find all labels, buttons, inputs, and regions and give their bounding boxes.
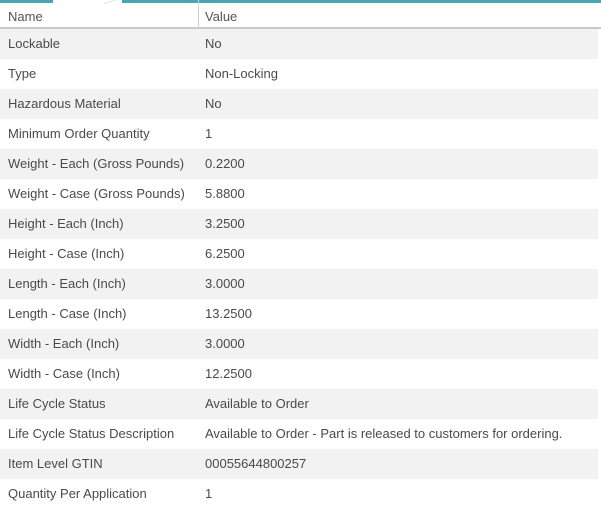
table-row: Width - Each (Inch) 3.0000 <box>0 329 598 359</box>
property-value: Non-Locking <box>205 59 596 89</box>
property-value: 3.0000 <box>205 329 596 359</box>
table-row: Weight - Each (Gross Pounds) 0.2200 <box>0 149 598 179</box>
table-row: Width - Case (Inch) 12.2500 <box>0 359 598 389</box>
property-name: Lockable <box>8 29 60 59</box>
table-row: Height - Case (Inch) 6.2500 <box>0 239 598 269</box>
property-value: Available to Order <box>205 389 596 419</box>
column-header-name: Name <box>8 4 43 29</box>
property-name: Length - Case (Inch) <box>8 299 127 329</box>
table-header-row: Name Value <box>0 4 601 29</box>
property-value: 0.2200 <box>205 149 596 179</box>
property-table-body: Lockable No Type Non-Locking Hazardous M… <box>0 29 601 509</box>
table-row: Lockable No <box>0 29 598 59</box>
table-row: Life Cycle Status Available to Order <box>0 389 598 419</box>
table-row: Hazardous Material No <box>0 89 598 119</box>
table-row: Life Cycle Status Description Available … <box>0 419 598 449</box>
property-name: Width - Each (Inch) <box>8 329 119 359</box>
table-row: Weight - Case (Gross Pounds) 5.8800 <box>0 179 598 209</box>
table-row: Quantity Per Application 1 <box>0 479 598 509</box>
table-row: Length - Each (Inch) 3.0000 <box>0 269 598 299</box>
column-divider <box>198 0 199 27</box>
property-name: Type <box>8 59 36 89</box>
property-value: 6.2500 <box>205 239 596 269</box>
property-name: Weight - Each (Gross Pounds) <box>8 149 184 179</box>
tab-underline-right[interactable] <box>122 0 601 3</box>
property-value: 1 <box>205 119 596 149</box>
property-value: 3.2500 <box>205 209 596 239</box>
table-row: Item Level GTIN 00055644800257 <box>0 449 598 479</box>
property-value: 12.2500 <box>205 359 596 389</box>
tab-underline-left[interactable] <box>0 0 53 3</box>
property-name: Life Cycle Status <box>8 389 106 419</box>
property-name: Life Cycle Status Description <box>8 419 174 449</box>
property-name: Height - Each (Inch) <box>8 209 124 239</box>
property-value: 00055644800257 <box>205 449 596 479</box>
property-name: Item Level GTIN <box>8 449 103 479</box>
column-header-value: Value <box>205 4 237 29</box>
property-name: Width - Case (Inch) <box>8 359 120 389</box>
property-value: 3.0000 <box>205 269 596 299</box>
property-name: Length - Each (Inch) <box>8 269 126 299</box>
table-row: Height - Each (Inch) 3.2500 <box>0 209 598 239</box>
property-value: 1 <box>205 479 596 509</box>
property-value: 5.8800 <box>205 179 596 209</box>
property-name: Quantity Per Application <box>8 479 147 509</box>
property-value: 13.2500 <box>205 299 596 329</box>
property-value: No <box>205 89 596 119</box>
property-name: Minimum Order Quantity <box>8 119 150 149</box>
table-row: Length - Case (Inch) 13.2500 <box>0 299 598 329</box>
property-name: Weight - Case (Gross Pounds) <box>8 179 185 209</box>
property-value: No <box>205 29 596 59</box>
property-name: Hazardous Material <box>8 89 121 119</box>
property-name: Height - Case (Inch) <box>8 239 124 269</box>
table-row: Type Non-Locking <box>0 59 598 89</box>
table-row: Minimum Order Quantity 1 <box>0 119 598 149</box>
property-value: Available to Order - Part is released to… <box>205 419 596 449</box>
